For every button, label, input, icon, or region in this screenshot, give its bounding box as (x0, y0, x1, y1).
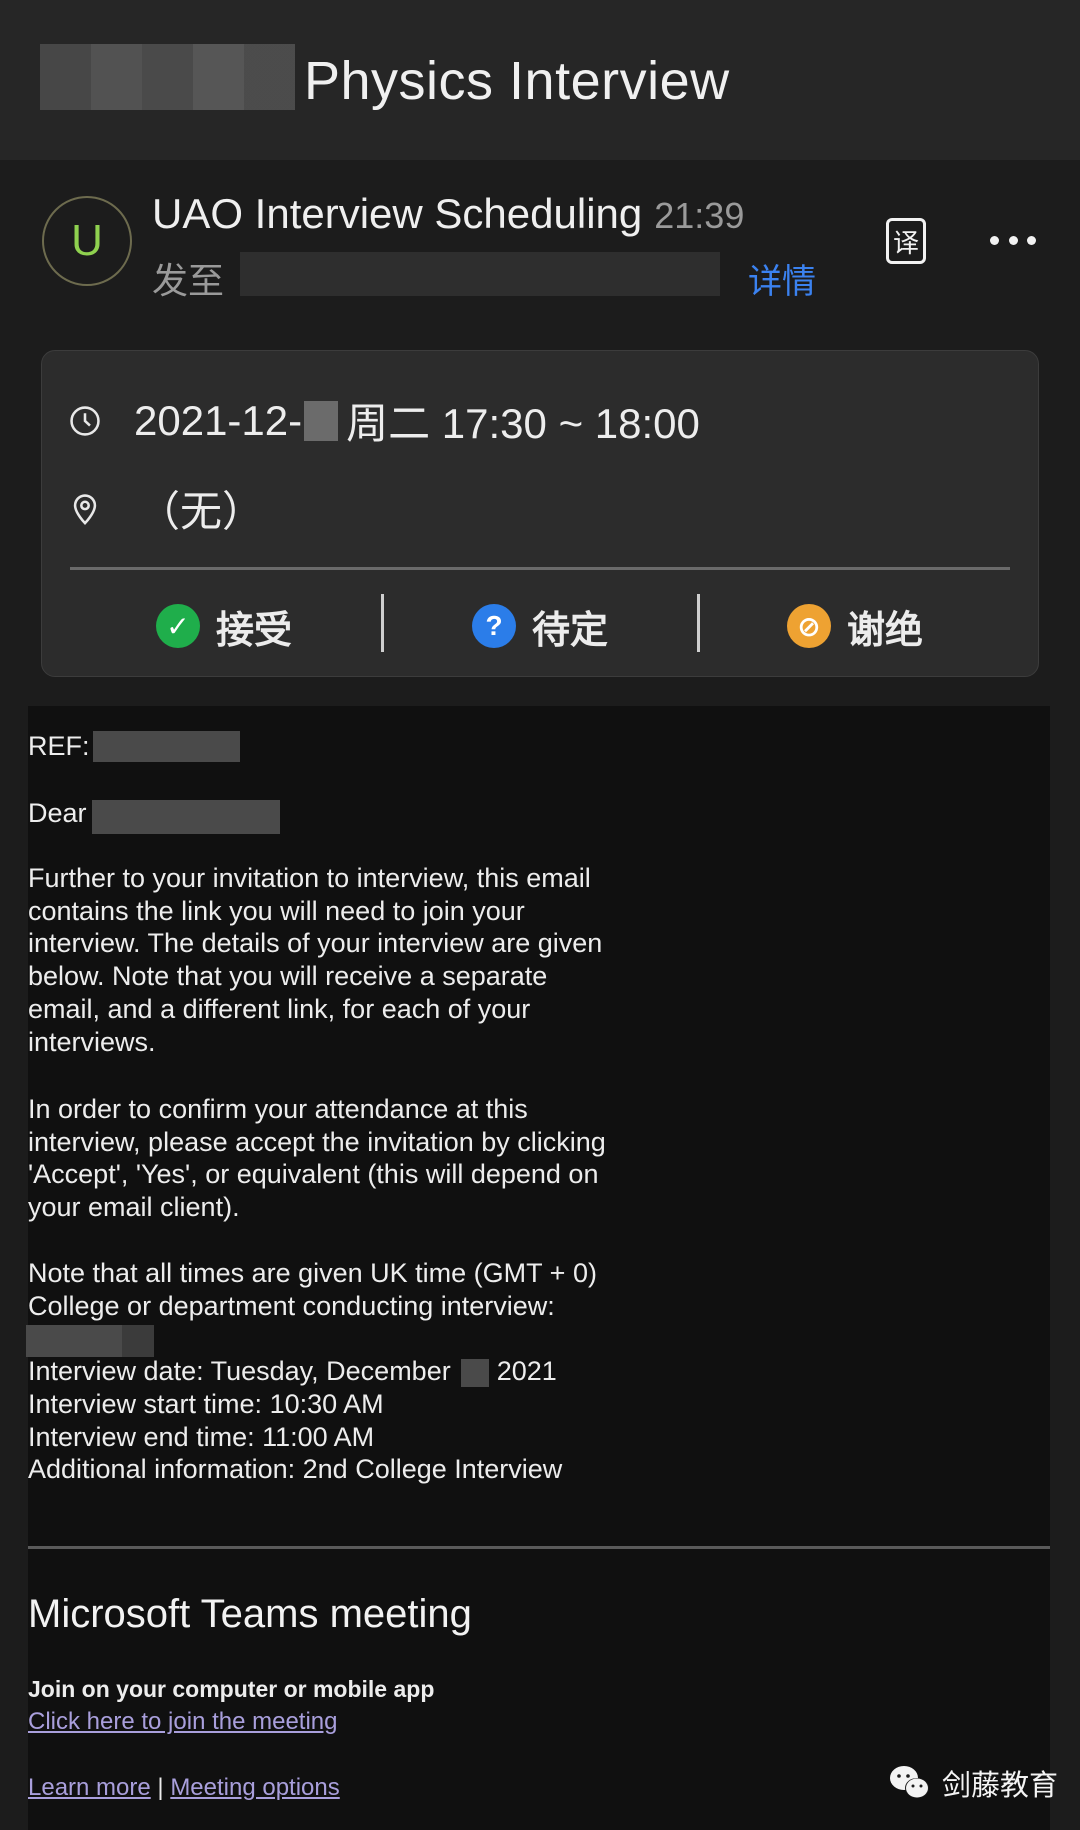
avatar-letter: U (71, 216, 103, 265)
redacted-recipient (240, 252, 720, 296)
redacted-day (460, 1358, 489, 1387)
received-time: 21:39 (654, 195, 745, 236)
redacted-day (304, 400, 339, 441)
text-line: email, and a different link, for each of… (28, 993, 531, 1024)
interview-date-prefix: Interview date: Tuesday, December (28, 1356, 451, 1387)
email-subject: Physics Interview (304, 51, 730, 111)
question-circle-icon: ? (472, 604, 516, 648)
end-time: Interview end time: 11:00 AM (28, 1421, 375, 1452)
accept-label: 接受 (216, 609, 293, 652)
details-link[interactable]: 详情 (748, 254, 816, 303)
response-separator (697, 594, 700, 652)
event-datetime: 2021-12- 周二 17:30 ~ 18:00 (134, 390, 700, 451)
ref-line: REF: (28, 730, 90, 763)
recipient-label: 发至 (152, 260, 225, 301)
account-name: 剑藤教育 (942, 1770, 1059, 1802)
more-horizontal-icon (1027, 235, 1036, 245)
check-circle-icon: ✓ (156, 604, 200, 648)
accept-button[interactable]: ✓ 接受 (156, 600, 292, 652)
text-line: In order to confirm your attendance at t… (28, 1094, 528, 1124)
sender-line: UAO Interview Scheduling 21:39 (152, 190, 744, 238)
clock-icon (70, 405, 100, 436)
text-line: contains the link you will need to join … (28, 895, 525, 926)
response-separator (381, 594, 384, 652)
redacted-name (92, 800, 280, 834)
join-instructions: Join on your computer or mobile app (28, 1676, 435, 1702)
link-separator: | (157, 1774, 164, 1801)
event-date-prefix: 2021-12- (134, 396, 303, 444)
teams-footer-links: Learn more | Meeting options (28, 1774, 340, 1802)
dear-label: Dear (28, 798, 87, 828)
interview-year: 2021 (496, 1356, 557, 1387)
paragraph-confirm: In order to confirm your attendance at t… (28, 1093, 606, 1224)
start-time: Interview start time: 10:30 AM (28, 1388, 384, 1419)
redacted-ref (93, 731, 240, 762)
wechat-icon (890, 1766, 929, 1798)
text-line: below. Note that you will receive a sepa… (28, 961, 548, 992)
learn-more-link[interactable]: Learn more (28, 1774, 151, 1801)
translate-icon: 译 (892, 228, 919, 259)
redacted-college (26, 1325, 154, 1357)
teams-meeting-title: Microsoft Teams meeting (28, 1592, 472, 1636)
event-date-suffix: 周二 17:30 ~ 18:00 (346, 400, 700, 447)
text-line: interview, please accept the invitation … (28, 1126, 606, 1157)
event-location: （无） (138, 488, 265, 535)
event-location-row: （无） (68, 478, 264, 539)
meeting-options-link[interactable]: Meeting options (170, 1774, 339, 1801)
card-divider (70, 567, 1010, 570)
location-pin-icon (73, 493, 97, 525)
interview-details: Note that all times are given UK time (G… (28, 1257, 597, 1486)
ref-label: REF: (28, 731, 90, 761)
teams-divider (28, 1546, 1050, 1549)
event-time-row: 2021-12- 周二 17:30 ~ 18:00 (68, 390, 700, 451)
sender-avatar[interactable]: U (42, 196, 132, 286)
wechat-account-watermark: 剑藤教育 (888, 1762, 1058, 1804)
additional-info: Additional information: 2nd College Inte… (28, 1454, 563, 1485)
greeting: Dear (28, 797, 87, 830)
more-horizontal-icon (990, 235, 999, 245)
tentative-button[interactable]: ? 待定 (472, 600, 608, 652)
sender-name: UAO Interview Scheduling (152, 190, 643, 237)
text-line: 'Accept', 'Yes', or equivalent (this wil… (28, 1159, 599, 1190)
decline-circle-icon: ⊘ (787, 604, 831, 648)
decline-button[interactable]: ⊘ 谢绝 (787, 600, 923, 652)
translate-button[interactable]: 译 (886, 218, 926, 264)
timezone-note: Note that all times are given UK time (G… (28, 1258, 597, 1288)
tentative-label: 待定 (532, 609, 609, 652)
paragraph-intro: Further to your invitation to interview,… (28, 862, 602, 1058)
more-horizontal-icon (1008, 235, 1018, 245)
interview-date: Interview date: Tuesday, December 2021 (28, 1355, 597, 1388)
text-line: interviews. (28, 1026, 156, 1057)
text-line: interview. The details of your interview… (28, 928, 603, 959)
text-line: your email client). (28, 1192, 240, 1223)
college-label: College or department conducting intervi… (28, 1290, 555, 1321)
decline-label: 谢绝 (847, 609, 924, 652)
join-meeting-link[interactable]: Click here to join the meeting (28, 1708, 338, 1736)
redacted-title-prefix (40, 44, 295, 110)
text-line: Further to your invitation to interview,… (28, 863, 591, 893)
more-options-button[interactable] (990, 220, 1036, 260)
